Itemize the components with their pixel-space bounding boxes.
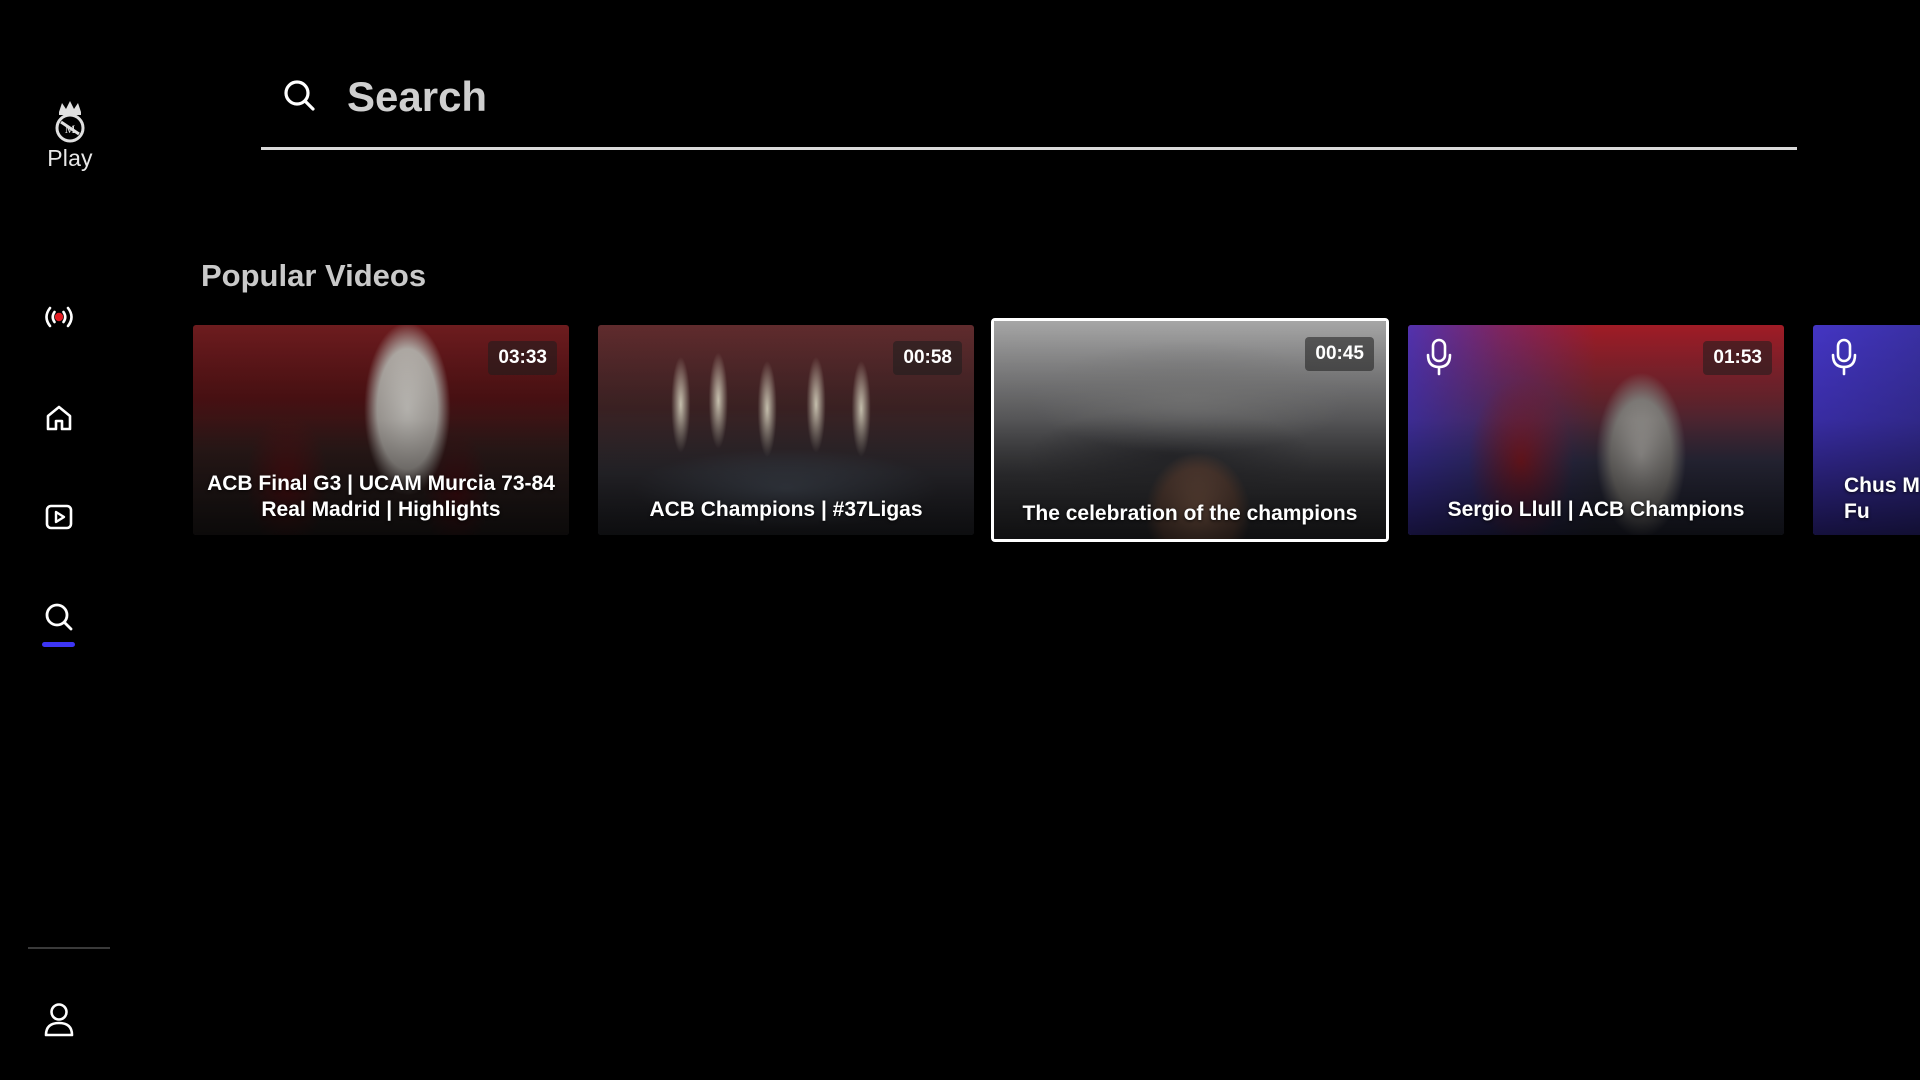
search-icon <box>45 603 73 631</box>
video-title: Sergio Llull | ACB Champions <box>1447 498 1745 521</box>
brand-logo[interactable]: M Play <box>28 98 112 178</box>
video-card-partial[interactable]: Chus M Fu <box>1813 325 1920 535</box>
video-title: The celebration of the champions <box>1022 502 1358 525</box>
video-card-focused[interactable]: 00:45 The celebration of the champions <box>991 318 1389 542</box>
nav-item-search[interactable] <box>38 596 80 638</box>
active-nav-indicator <box>42 642 75 647</box>
nav-item-profile[interactable] <box>38 999 80 1041</box>
video-card[interactable]: 01:53 Sergio Llull | ACB Champions <box>1408 325 1784 535</box>
section-title-popular-videos: Popular Videos <box>201 258 427 293</box>
app-root: M Play Search Popular Videos 03:33 ACB F… <box>0 0 1920 1080</box>
sidebar-divider <box>28 947 110 949</box>
search-icon <box>284 80 315 111</box>
video-title: ACB Final G3 | UCAM Murcia 73-84 Real Ma… <box>207 472 555 521</box>
brand-label: Play <box>47 145 93 171</box>
video-card[interactable]: 00:58 ACB Champions | #37Ligas <box>598 325 974 535</box>
video-title: ACB Champions | #37Ligas <box>649 498 923 521</box>
popular-videos-carousel[interactable]: 03:33 ACB Final G3 | UCAM Murcia 73-84 R… <box>0 318 1920 548</box>
microphone-icon <box>1831 338 1857 376</box>
svg-text:M: M <box>65 122 76 136</box>
club-crest-icon: M <box>55 101 85 143</box>
video-duration-badge: 00:45 <box>1305 337 1374 371</box>
search-bar <box>261 62 1797 152</box>
video-card[interactable]: 03:33 ACB Final G3 | UCAM Murcia 73-84 R… <box>193 325 569 535</box>
microphone-icon <box>1426 338 1452 376</box>
search-input[interactable] <box>347 66 1747 128</box>
video-duration-badge: 03:33 <box>488 341 557 375</box>
video-duration-badge: 00:58 <box>893 341 962 375</box>
search-underline <box>261 147 1797 150</box>
video-duration-badge: 01:53 <box>1703 341 1772 375</box>
user-profile-icon <box>44 1003 74 1037</box>
video-title: Chus M Fu <box>1844 474 1920 523</box>
